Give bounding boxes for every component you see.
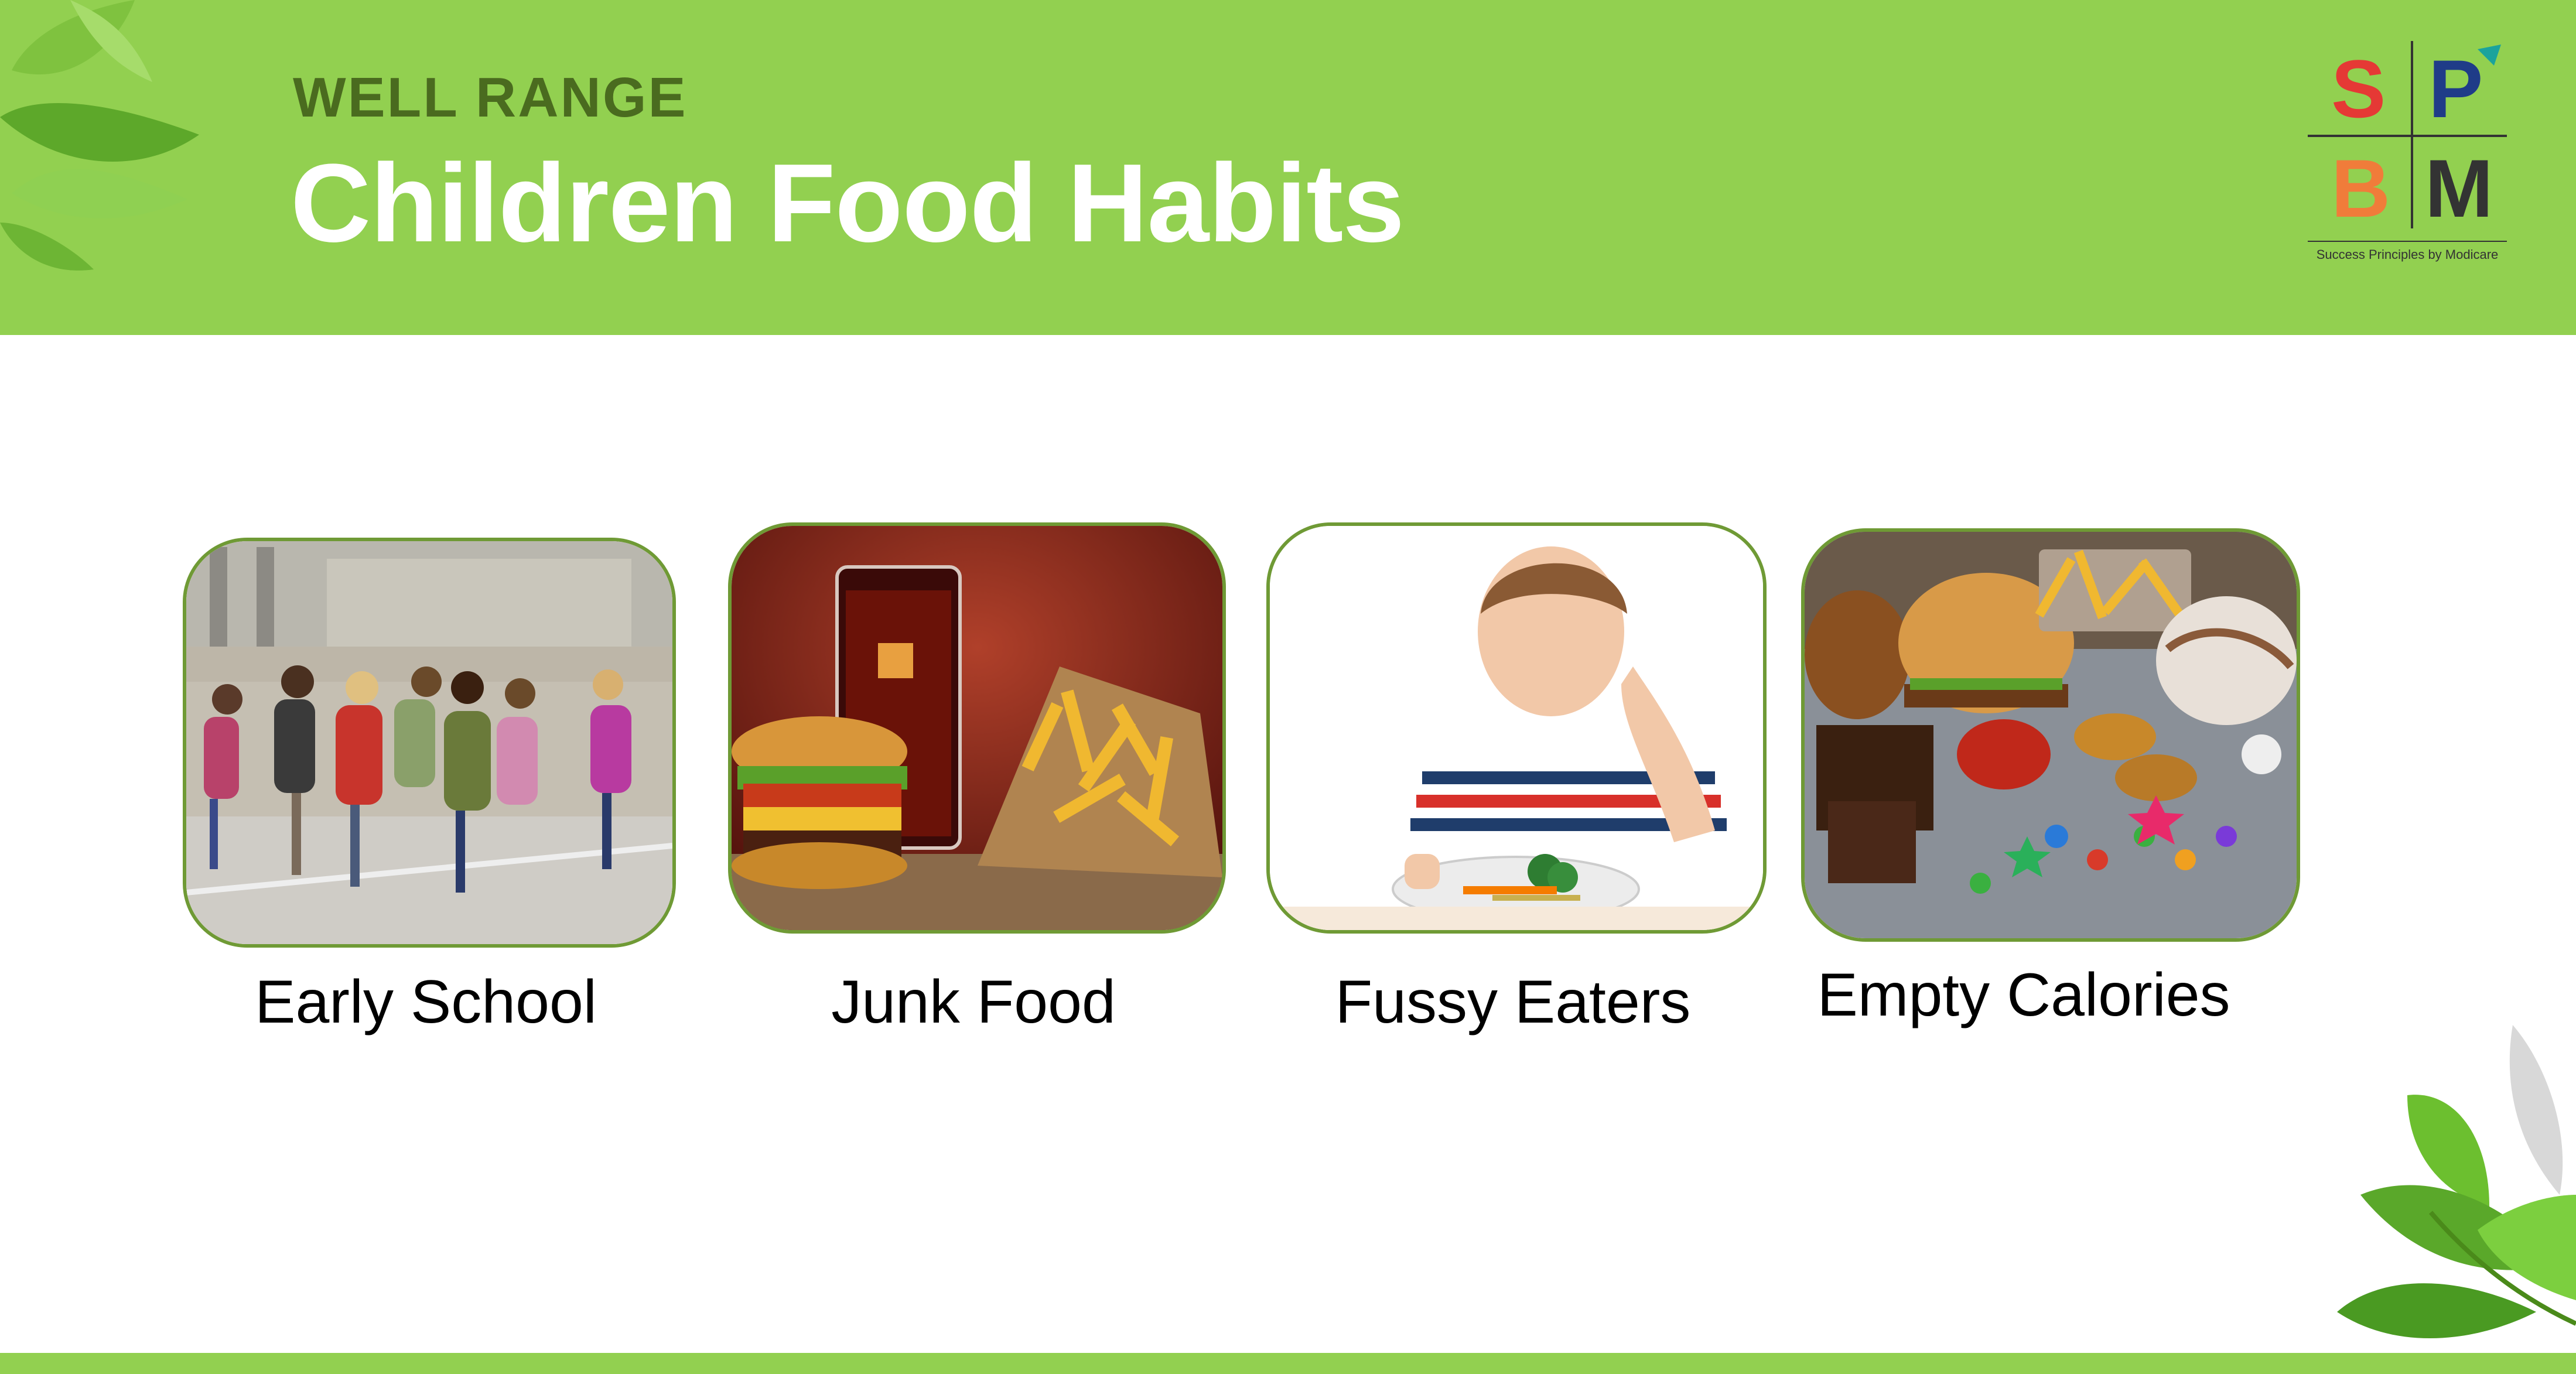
fussy-eaters-image	[1266, 522, 1767, 934]
empty-calories-image	[1801, 528, 2300, 942]
spbm-logo: S P B M Success Principles by Modicare	[2308, 41, 2507, 269]
bottom-accent-bar	[0, 1353, 2576, 1374]
leaf-decoration-top-left	[0, 0, 199, 271]
fussy-eaters-label: Fussy Eaters	[1335, 968, 1691, 1036]
logo-letter-b: B	[2331, 142, 2391, 234]
logo-letter-p: P	[2428, 43, 2483, 135]
logo-letter-s: S	[2331, 43, 2386, 135]
section-subtitle: WELL RANGE	[293, 66, 688, 129]
early-school-label: Early School	[255, 968, 597, 1036]
junk-food-image	[728, 522, 1226, 934]
early-school-image	[183, 538, 676, 948]
empty-calories-label: Empty Calories	[1817, 961, 2230, 1029]
page-title: Children Food Habits	[291, 141, 1405, 265]
logo-letter-m: M	[2425, 142, 2493, 234]
junk-food-label: Junk Food	[831, 968, 1116, 1036]
leaf-decoration-bottom-right	[2337, 1025, 2576, 1338]
logo-caption: Success Principles by Modicare	[2316, 247, 2499, 262]
